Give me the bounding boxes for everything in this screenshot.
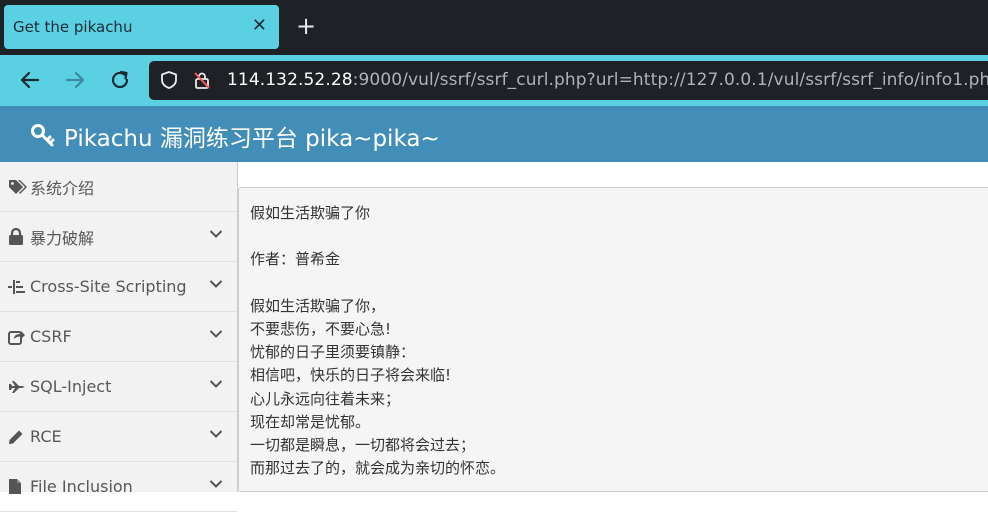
poem-line: 一切都是瞬息，一切都将会过去； <box>250 435 476 454</box>
reload-icon <box>111 70 129 89</box>
chevron-down-icon[interactable] <box>209 429 223 439</box>
tags-icon <box>8 178 28 196</box>
pencil-icon <box>8 428 28 446</box>
sidebar-item-file-inclusion[interactable]: File Inclusion <box>0 462 237 512</box>
poem-line: 忧郁的日子里须要镇静： <box>250 343 416 362</box>
site-header: Pikachu 漏洞练习平台 pika~pika~ <box>0 106 988 162</box>
plane-icon <box>8 378 28 396</box>
file-icon <box>8 478 28 496</box>
lock-icon <box>8 228 28 246</box>
sidebar-item-brute-force[interactable]: 暴力破解 <box>0 212 237 262</box>
poem-title: 假如生活欺骗了你 <box>250 204 371 222</box>
address-bar[interactable]: 114.132.52.28:9000/vul/ssrf/ssrf_curl.ph… <box>149 61 988 100</box>
key-icon <box>31 124 55 147</box>
sidebar-item-sql-inject[interactable]: SQL-Inject <box>0 362 237 412</box>
chevron-down-icon[interactable] <box>209 379 223 389</box>
url-path: :9000/vul/ssrf/ssrf_curl.php?url=http://… <box>352 70 988 90</box>
forward-button[interactable] <box>62 67 88 93</box>
sidebar: 系统介绍 暴力破解 Cross-Site Scripting CSRF SQL-… <box>0 162 238 512</box>
main-content: 假如生活欺骗了你 作者：普希金 假如生活欺骗了你， 不要悲伤，不要心急! 忧郁的… <box>238 162 988 492</box>
ssrf-response-box: 假如生活欺骗了你 作者：普希金 假如生活欺骗了你， 不要悲伤，不要心急! 忧郁的… <box>238 187 988 492</box>
sidebar-item-label: RCE <box>30 427 62 446</box>
chevron-down-icon[interactable] <box>209 329 223 339</box>
back-arrow-icon <box>20 71 40 89</box>
share-icon <box>8 328 28 346</box>
list-icon <box>8 278 28 296</box>
chevron-down-icon[interactable] <box>209 229 223 239</box>
poem-line: 而那过去了的，就会成为亲切的怀恋。 <box>250 459 506 478</box>
url-text[interactable]: 114.132.52.28:9000/vul/ssrf/ssrf_curl.ph… <box>227 70 988 90</box>
tab-strip: Get the pikachu ✕ + <box>0 0 988 55</box>
site-title[interactable]: Pikachu 漏洞练习平台 pika~pika~ <box>64 119 440 153</box>
back-button[interactable] <box>17 67 43 93</box>
sidebar-item-label: File Inclusion <box>30 477 133 496</box>
sidebar-item-label: 暴力破解 <box>30 228 95 248</box>
tab-title: Get the pikachu <box>13 18 133 36</box>
chevron-down-icon[interactable] <box>209 279 223 289</box>
poem-line: 心儿永远向往着未来； <box>250 389 401 408</box>
new-tab-button[interactable]: + <box>296 13 316 39</box>
sidebar-item-xss[interactable]: Cross-Site Scripting <box>0 262 237 312</box>
poem-line: 相信吧，快乐的日子将会来临! <box>250 366 452 385</box>
forward-arrow-icon <box>65 71 85 89</box>
reload-button[interactable] <box>107 67 133 93</box>
sidebar-item-label: CSRF <box>30 327 72 346</box>
sidebar-item-label: Cross-Site Scripting <box>30 277 187 296</box>
url-host: 114.132.52.28 <box>227 70 353 90</box>
poem-line: 现在却常是忧郁。 <box>250 412 371 431</box>
sidebar-item-label: 系统介绍 <box>30 178 95 198</box>
poem-author: 作者：普希金 <box>250 250 341 269</box>
chevron-down-icon[interactable] <box>209 479 223 489</box>
poem-line: 不要悲伤，不要心急! <box>250 319 392 338</box>
sidebar-item-rce[interactable]: RCE <box>0 412 237 462</box>
shield-icon[interactable] <box>159 70 179 90</box>
browser-toolbar: 114.132.52.28:9000/vul/ssrf/ssrf_curl.ph… <box>0 55 988 106</box>
poem-line: 假如生活欺骗了你， <box>250 296 386 315</box>
sidebar-item-label: SQL-Inject <box>30 377 112 396</box>
tab-close-icon[interactable]: ✕ <box>252 16 267 36</box>
sidebar-item-csrf[interactable]: CSRF <box>0 312 237 362</box>
sidebar-item-intro[interactable]: 系统介绍 <box>0 162 237 212</box>
insecure-lock-icon[interactable] <box>192 70 212 90</box>
browser-tab[interactable]: Get the pikachu ✕ <box>4 5 279 49</box>
